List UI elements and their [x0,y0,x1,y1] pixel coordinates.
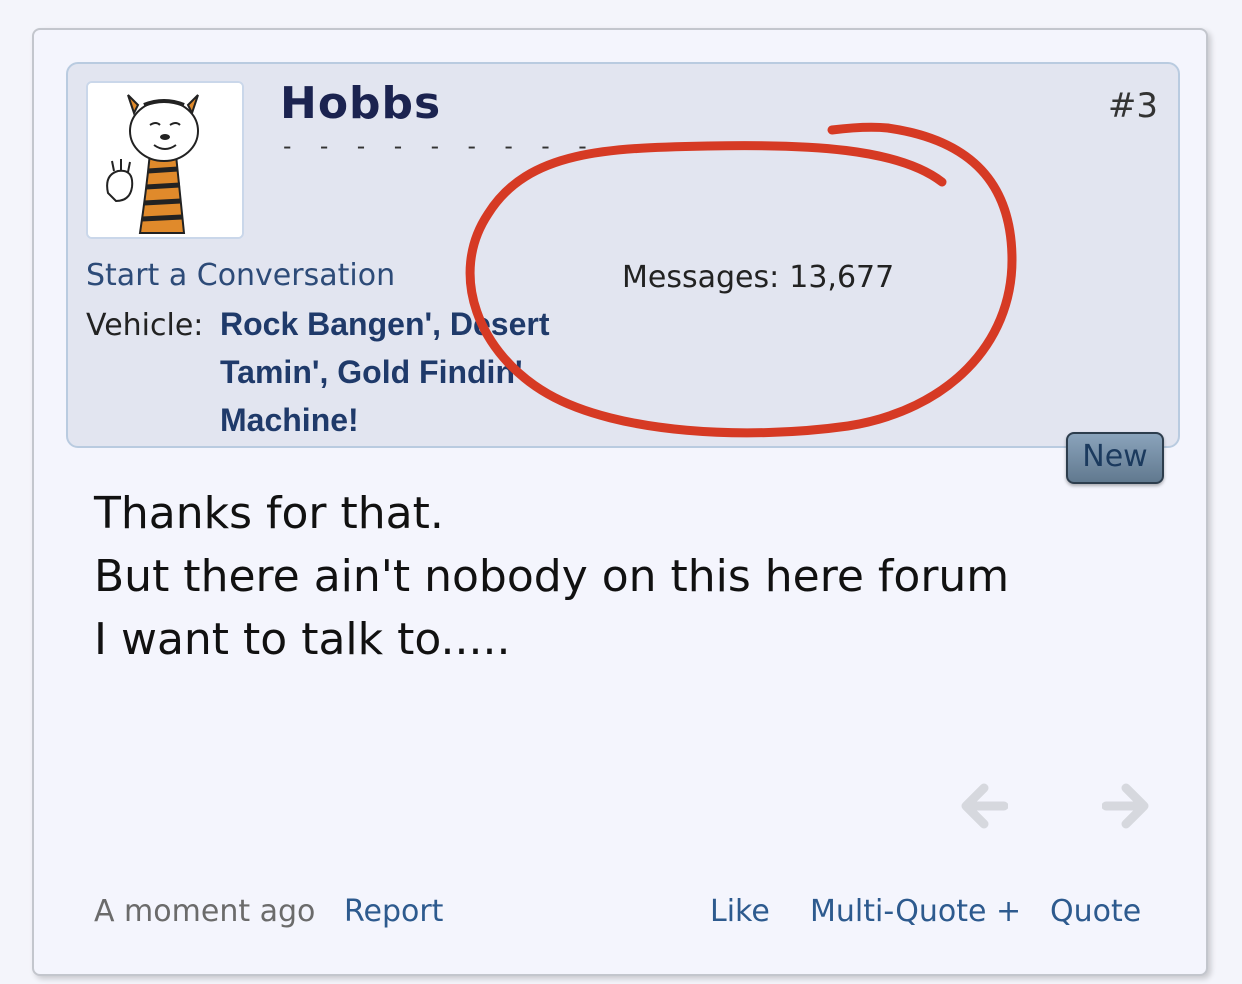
new-badge: New [1066,432,1164,484]
user-avatar[interactable] [86,81,244,239]
vehicle-value: Rock Bangen', Desert Tamin', Gold Findin… [220,306,550,438]
username[interactable]: Hobbs [280,78,441,129]
user-title: - - - - - - - - - - [280,132,631,160]
messages-label: Messages: [622,260,780,295]
post-number[interactable]: #3 [1108,86,1158,126]
arrow-right-icon[interactable] [1102,780,1150,832]
message-line: But there ain't nobody on this here foru… [94,551,1010,602]
post-timestamp[interactable]: A moment ago [94,894,315,929]
message-line: I want to talk to..... [94,614,511,665]
message-line: Thanks for that. [94,488,444,539]
message-body: Thanks for that. But there ain't nobody … [94,482,1134,671]
multi-quote-link[interactable]: Multi-Quote + [810,894,1021,929]
arrow-left-icon[interactable] [960,780,1008,832]
messages-count: 13,677 [789,260,895,295]
vehicle-label: Vehicle: [86,308,204,343]
like-link[interactable]: Like [710,894,770,929]
user-info-panel: Hobbs - - - - - - - - - - #3 Start a Con… [66,62,1180,448]
report-link[interactable]: Report [344,894,443,929]
messages-stat: Messages: 13,677 [622,260,894,295]
tiger-avatar-icon [88,83,242,237]
start-conversation-link[interactable]: Start a Conversation [86,258,395,293]
post-card: Hobbs - - - - - - - - - - #3 Start a Con… [32,28,1208,976]
quote-link[interactable]: Quote [1050,894,1141,929]
